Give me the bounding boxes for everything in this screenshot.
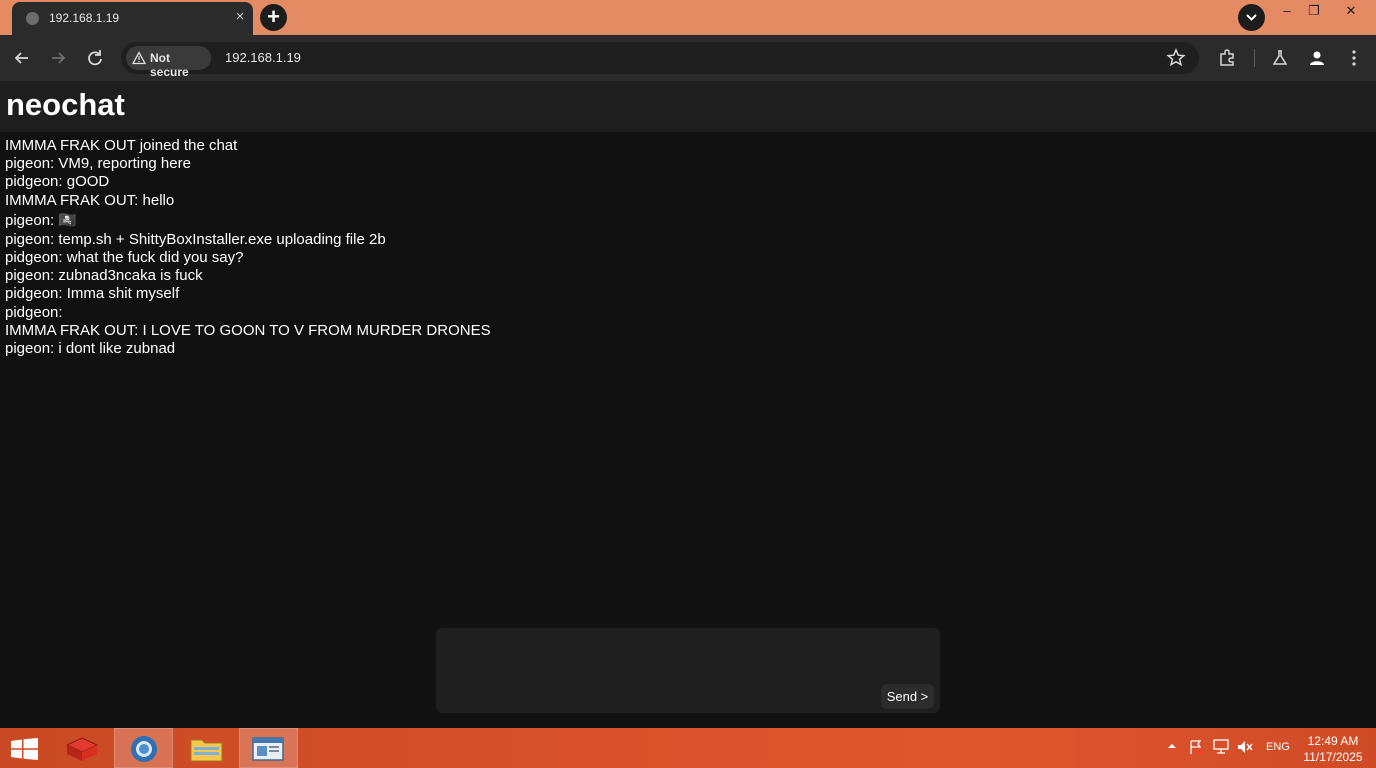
security-label: Not secure — [150, 51, 189, 79]
network-button[interactable] — [1212, 739, 1230, 758]
site-info-chip[interactable]: Not secure — [126, 46, 211, 79]
message-composer: Send > — [436, 628, 940, 713]
app-header: neochat — [0, 81, 1376, 132]
chat-message: pidgeon: — [5, 303, 63, 321]
network-icon — [1213, 739, 1229, 754]
toolbar-divider — [1254, 49, 1255, 67]
chat-message: pidgeon: what the fuck did you say? — [5, 249, 244, 267]
reload-button[interactable] — [83, 46, 107, 70]
caret-up-icon — [1168, 744, 1176, 748]
warning-icon — [132, 51, 146, 65]
arrow-left-icon — [14, 52, 28, 64]
flag-icon — [1190, 740, 1203, 755]
clock-date: 11/17/2025 — [1303, 750, 1363, 764]
speaker-muted-icon — [1238, 741, 1253, 753]
send-button[interactable]: Send > — [881, 684, 934, 709]
kebab-menu-icon — [1352, 50, 1356, 66]
taskbar-app-browser[interactable] — [114, 728, 173, 768]
forward-button[interactable] — [46, 46, 70, 70]
action-center-button[interactable] — [1188, 739, 1204, 758]
url-text[interactable]: 192.168.1.19 — [225, 50, 301, 65]
minimize-button[interactable]: – — [1272, 0, 1302, 22]
folder-icon — [190, 739, 223, 762]
browser-tab[interactable]: 192.168.1.19 × — [12, 2, 253, 35]
chat-message: pigeon: i dont like zubnad — [5, 340, 176, 358]
tab-search-button[interactable] — [1238, 4, 1265, 31]
chat-message: IMMMA FRAK OUT joined the chat — [5, 137, 238, 154]
chat-message: IMMMA FRAK OUT: I LOVE TO GOON TO V FROM… — [5, 321, 491, 339]
message-input[interactable] — [444, 636, 884, 708]
tab-close-button[interactable]: × — [231, 8, 249, 26]
tab-strip: 192.168.1.19 × + – ❐ ✕ — [0, 0, 1376, 35]
window-app-icon — [252, 737, 284, 761]
menu-button[interactable] — [1342, 46, 1366, 70]
chevron-down-icon — [1246, 14, 1257, 21]
flask-icon — [1272, 50, 1288, 65]
restore-button[interactable]: ❐ — [1299, 0, 1329, 22]
new-tab-button[interactable]: + — [260, 4, 287, 31]
bookmark-star-button[interactable] — [1164, 46, 1188, 70]
windows-logo-icon — [11, 738, 38, 760]
taskbar-app-window[interactable] — [239, 728, 298, 768]
taskbar-app-explorer[interactable] — [178, 729, 235, 767]
chat-message: pigeon: temp.sh + ShittyBoxInstaller.exe… — [5, 230, 386, 248]
page-title: neochat — [6, 87, 125, 122]
chat-message: pigeon: 🏴‍☠️ — [5, 211, 78, 229]
chat-message: pigeon: VM9, reporting here — [5, 155, 191, 173]
globe-icon — [26, 12, 39, 25]
star-icon — [1166, 48, 1186, 67]
box-app-icon — [65, 737, 99, 761]
message-list: IMMMA FRAK OUT joined the chat pigeon: V… — [5, 137, 1365, 358]
taskbar-app-box[interactable] — [53, 729, 110, 767]
chat-message: pidgeon: Imma shit myself — [5, 285, 180, 303]
start-button[interactable] — [0, 729, 48, 767]
close-window-button[interactable]: ✕ — [1336, 0, 1366, 22]
language-indicator[interactable]: ENG — [1266, 741, 1290, 753]
person-icon — [1310, 51, 1324, 65]
reload-icon — [88, 50, 102, 66]
clock-time: 12:49 AM — [1307, 734, 1359, 748]
tab-title: 192.168.1.19 — [49, 11, 120, 25]
labs-button[interactable] — [1268, 46, 1292, 70]
volume-button[interactable] — [1237, 739, 1254, 758]
arrow-right-icon — [52, 52, 66, 64]
browser-toolbar: Not secure 192.168.1.19 — [0, 35, 1376, 81]
extensions-button[interactable] — [1215, 46, 1239, 70]
puzzle-icon — [1220, 49, 1234, 66]
chat-message: IMMMA FRAK OUT: hello — [5, 191, 175, 209]
browser-app-icon — [131, 736, 157, 762]
profile-button[interactable] — [1305, 46, 1329, 70]
chat-message: pigeon: zubnad3ncaka is fuck — [5, 267, 203, 285]
chat-message: pidgeon: gOOD — [5, 173, 110, 191]
taskbar: ENG 12:49 AM 11/17/2025 — [0, 728, 1376, 768]
back-button[interactable] — [10, 46, 34, 70]
address-bar[interactable]: Not secure 192.168.1.19 — [121, 42, 1199, 79]
show-hidden-icons-button[interactable] — [1167, 740, 1177, 754]
taskbar-clock[interactable]: 12:49 AM 11/17/2025 — [1300, 733, 1366, 765]
